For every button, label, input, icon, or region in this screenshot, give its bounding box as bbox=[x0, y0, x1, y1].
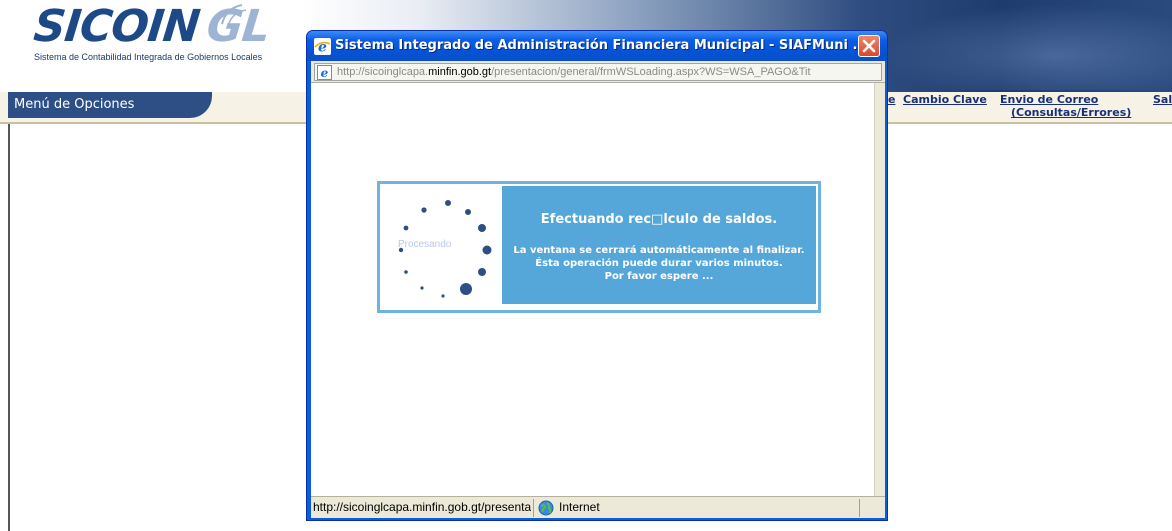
loading-message-line3: Por favor espere ... bbox=[604, 271, 714, 282]
address-url: http://sicoinglcapa.minfin.gob.gt/presen… bbox=[337, 66, 879, 78]
logo-text: SICOIN bbox=[31, 1, 202, 52]
loading-message-line1: La ventana se cerrará automáticamente al… bbox=[513, 245, 805, 256]
window-title: Sistema Integrado de Administración Fina… bbox=[335, 38, 868, 53]
cambio-clave-link[interactable]: Cambio Clave bbox=[903, 93, 987, 107]
close-icon bbox=[862, 39, 876, 53]
address-field[interactable]: e http://sicoinglcapa.minfin.gob.gt/pres… bbox=[314, 63, 882, 81]
address-domain: minfin.gob.gt bbox=[428, 66, 492, 78]
loading-title: Efectuando rec□lculo de saldos. bbox=[540, 212, 778, 227]
svg-text:e: e bbox=[321, 66, 329, 80]
world-map-graphic bbox=[880, 4, 1172, 90]
page-icon: e bbox=[317, 65, 332, 80]
address-suffix: /presentacion/general/frmWSLoading.aspx?… bbox=[491, 66, 811, 78]
browser-content: Procesando Efectuando rec□lculo de saldo… bbox=[311, 83, 874, 496]
status-bar: http://sicoinglcapa.minfin.gob.gt/presen… bbox=[311, 496, 885, 518]
logo-swoosh-icon bbox=[221, 4, 247, 27]
menu-title[interactable]: Menú de Opciones bbox=[14, 97, 134, 112]
status-url: http://sicoinglcapa.minfin.gob.gt/presen… bbox=[313, 500, 531, 514]
ie-icon: e bbox=[314, 38, 331, 55]
security-zone-label: Internet bbox=[559, 500, 600, 514]
message-panel: Efectuando rec□lculo de saldos. La venta… bbox=[502, 186, 816, 304]
app-subtitle: Sistema de Contabilidad Integrada de Gob… bbox=[34, 52, 263, 62]
status-divider bbox=[533, 499, 534, 517]
loading-message-line2: Ésta operación puede durar varios minuto… bbox=[535, 258, 783, 269]
globe-icon bbox=[538, 500, 554, 516]
close-button[interactable] bbox=[858, 35, 880, 57]
hidden-link-partial[interactable]: e bbox=[888, 93, 895, 107]
address-prefix: http://sicoinglcapa. bbox=[337, 66, 429, 78]
spinner-label: Procesando bbox=[398, 239, 452, 250]
vertical-scrollbar[interactable] bbox=[874, 83, 885, 496]
envio-correo-link-line2[interactable]: (Consultas/Errores) bbox=[1011, 106, 1131, 120]
window-titlebar[interactable]: e Sistema Integrado de Administración Fi… bbox=[307, 31, 887, 61]
address-bar: e http://sicoinglcapa.minfin.gob.gt/pres… bbox=[311, 61, 885, 83]
popup-window: e Sistema Integrado de Administración Fi… bbox=[306, 30, 888, 521]
salir-link[interactable]: Salir bbox=[1153, 93, 1172, 107]
status-divider-2 bbox=[859, 499, 860, 517]
frame-divider bbox=[8, 124, 10, 531]
desktop-page: SICOINGL Sistema de Contabilidad Integra… bbox=[0, 0, 1172, 531]
envio-correo-link[interactable]: Envio de Correo bbox=[1000, 93, 1098, 107]
loading-panel: Procesando Efectuando rec□lculo de saldo… bbox=[377, 181, 821, 313]
